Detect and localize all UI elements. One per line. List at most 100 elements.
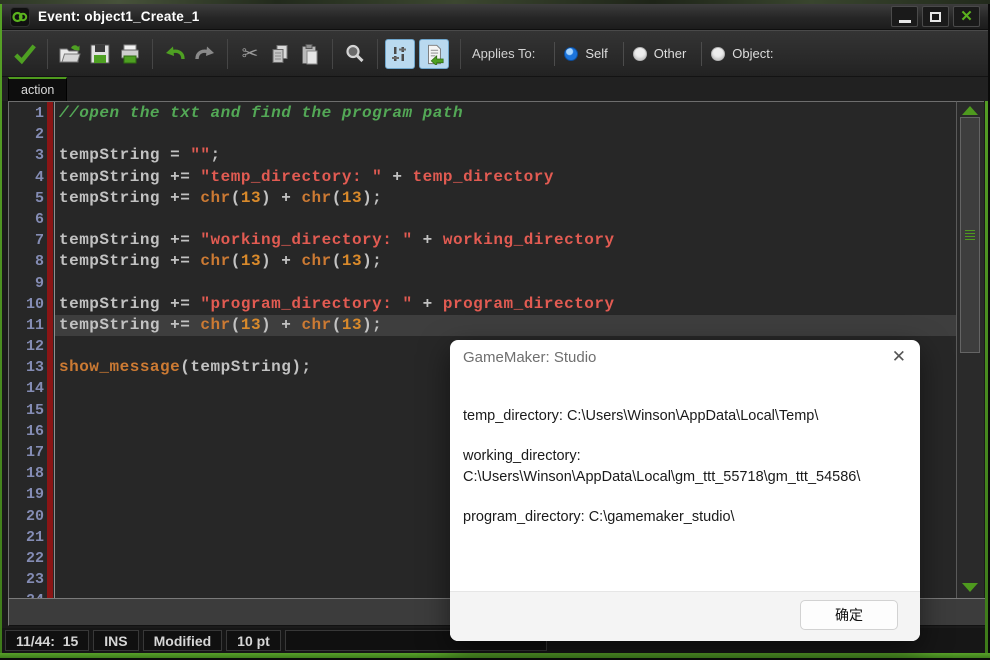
line-number: 11 [25,316,44,334]
tab-action[interactable]: action [8,77,68,101]
scrollbar-thumb[interactable] [960,117,980,353]
window-border-left [0,4,2,660]
line-number: 23 [25,571,44,589]
line-number: 14 [25,380,44,398]
close-button[interactable]: ✕ [953,6,980,27]
line-number: 7 [34,232,44,250]
dialog-text-line [463,426,903,446]
line-number: 13 [25,359,44,377]
code-line-2[interactable]: 2 [9,124,956,145]
check-icon [14,43,36,64]
copy-button[interactable] [265,39,295,69]
radio-object-icon[interactable] [711,46,726,61]
toolbar-separator [227,38,228,69]
undo-button[interactable] [160,39,190,69]
code-text: tempString += chr(13) + chr(13); [59,252,383,271]
line-number: 12 [25,338,44,356]
redo-button[interactable] [190,39,220,69]
paste-icon [302,43,318,64]
dialog-title: GameMaker: Studio [463,349,597,366]
save-button[interactable] [85,39,115,69]
dialog-close-icon[interactable]: ✕ [892,347,906,367]
code-line-9[interactable]: 9 [9,273,956,294]
cursor-position-status: 11/44: 15 [5,630,90,651]
applies-to-object-option[interactable]: Object: [711,46,773,61]
radio-separator [622,41,624,66]
gamemaker-logo-icon [10,6,30,27]
code-text: tempString += "temp_directory: " + temp_… [59,167,554,186]
redo-icon [195,46,214,59]
scroll-up-icon[interactable] [962,106,978,115]
dialog-text-line: working_directory: [463,448,581,465]
toolbar-separator [460,38,461,69]
apply-check-button[interactable] [10,39,40,69]
paste-button[interactable] [295,39,325,69]
minimize-icon [898,19,911,23]
load-script-toggle-button[interactable] [419,38,449,69]
window-controls: ✕ [891,6,980,27]
code-line-3[interactable]: 3 tempString = ""; [9,145,956,166]
scroll-down-icon[interactable] [962,583,978,592]
line-number: 1 [34,105,44,122]
tabbar: action [2,77,988,101]
copy-icon [272,44,288,63]
toolbar-separator [152,38,153,69]
line-number: 20 [25,507,44,525]
radio-other-icon[interactable] [632,46,647,61]
close-icon: ✕ [960,8,973,25]
toolbar-separator [332,38,333,69]
code-line-5[interactable]: 5 tempString += chr(13) + chr(13); [9,188,956,209]
undo-icon [166,46,185,59]
line-number: 5 [34,189,44,207]
radio-self-label: Self [585,46,608,61]
vertical-scrollbar[interactable] [956,101,984,598]
code-line-4[interactable]: 4 tempString += "temp_directory: " + temp… [9,167,956,188]
ok-button[interactable]: 确定 [800,600,898,630]
code-line-10[interactable]: 10 tempString += "program_directory: " + … [9,294,956,315]
toolbar-separator [377,38,378,69]
code-text: tempString += chr(13) + chr(13); [59,188,383,207]
window-title: Event: object1_Create_1 [38,9,200,24]
scrollbar-grip-icon [965,230,975,242]
code-settings-toggle-button[interactable] [385,38,415,69]
applies-to-label: Applies To: [472,46,536,61]
dialog-text-line: program_directory: C:\gamemaker_studio\ [463,509,735,526]
code-line-11[interactable]: 11 tempString += chr(13) + chr(13); [9,314,956,337]
radio-separator [701,41,703,66]
code-text: tempString += "program_directory: " + pr… [59,294,615,313]
code-line-8[interactable]: 8 tempString += chr(13) + chr(13); [9,251,956,272]
insert-mode-status: INS [93,630,139,651]
line-number: 10 [25,295,44,313]
applies-to-other-option[interactable]: Other [632,46,687,61]
radio-self-icon[interactable] [564,46,579,61]
maximize-button[interactable] [922,6,949,27]
dialog-text-line [463,487,903,507]
line-number: 2 [34,126,44,144]
event-editor-window: Event: object1_Create_1 ✕ ✂ Applies To: … [0,0,990,660]
cut-icon: ✂ [241,42,259,65]
cut-button[interactable]: ✂ [235,39,265,69]
line-number: 18 [25,465,44,483]
toolbar: ✂ Applies To: Self Other Object: [2,30,988,77]
titlebar[interactable]: Event: object1_Create_1 ✕ [2,4,988,30]
code-text: tempString = ""; [59,146,221,165]
print-button[interactable] [115,39,145,69]
open-folder-icon [59,44,81,62]
line-number: 9 [34,274,44,292]
code-text: tempString += "working_directory: " + wo… [59,231,615,250]
code-line-7[interactable]: 7 tempString += "working_directory: " + w… [9,230,956,251]
code-line-6[interactable]: 6 [9,209,956,230]
radio-other-label: Other [653,46,687,61]
code-line-1[interactable]: 1 //open the txt and find the program pat… [9,103,956,124]
applies-to-self-option[interactable]: Self [564,46,608,61]
line-number: 16 [25,422,44,440]
search-button[interactable] [340,39,370,69]
code-text: tempString += chr(13) + chr(13); [59,315,383,334]
line-number: 22 [25,549,44,567]
load-button[interactable] [55,39,85,69]
dialog-text-line: temp_directory: C:\Users\Winson\AppData\… [463,408,819,424]
dialog-body: temp_directory: C:\Users\Winson\AppData\… [463,406,903,527]
print-icon [121,44,139,63]
minimize-button[interactable] [891,6,918,27]
message-dialog: GameMaker: Studio ✕ temp_directory: C:\U… [450,340,920,641]
